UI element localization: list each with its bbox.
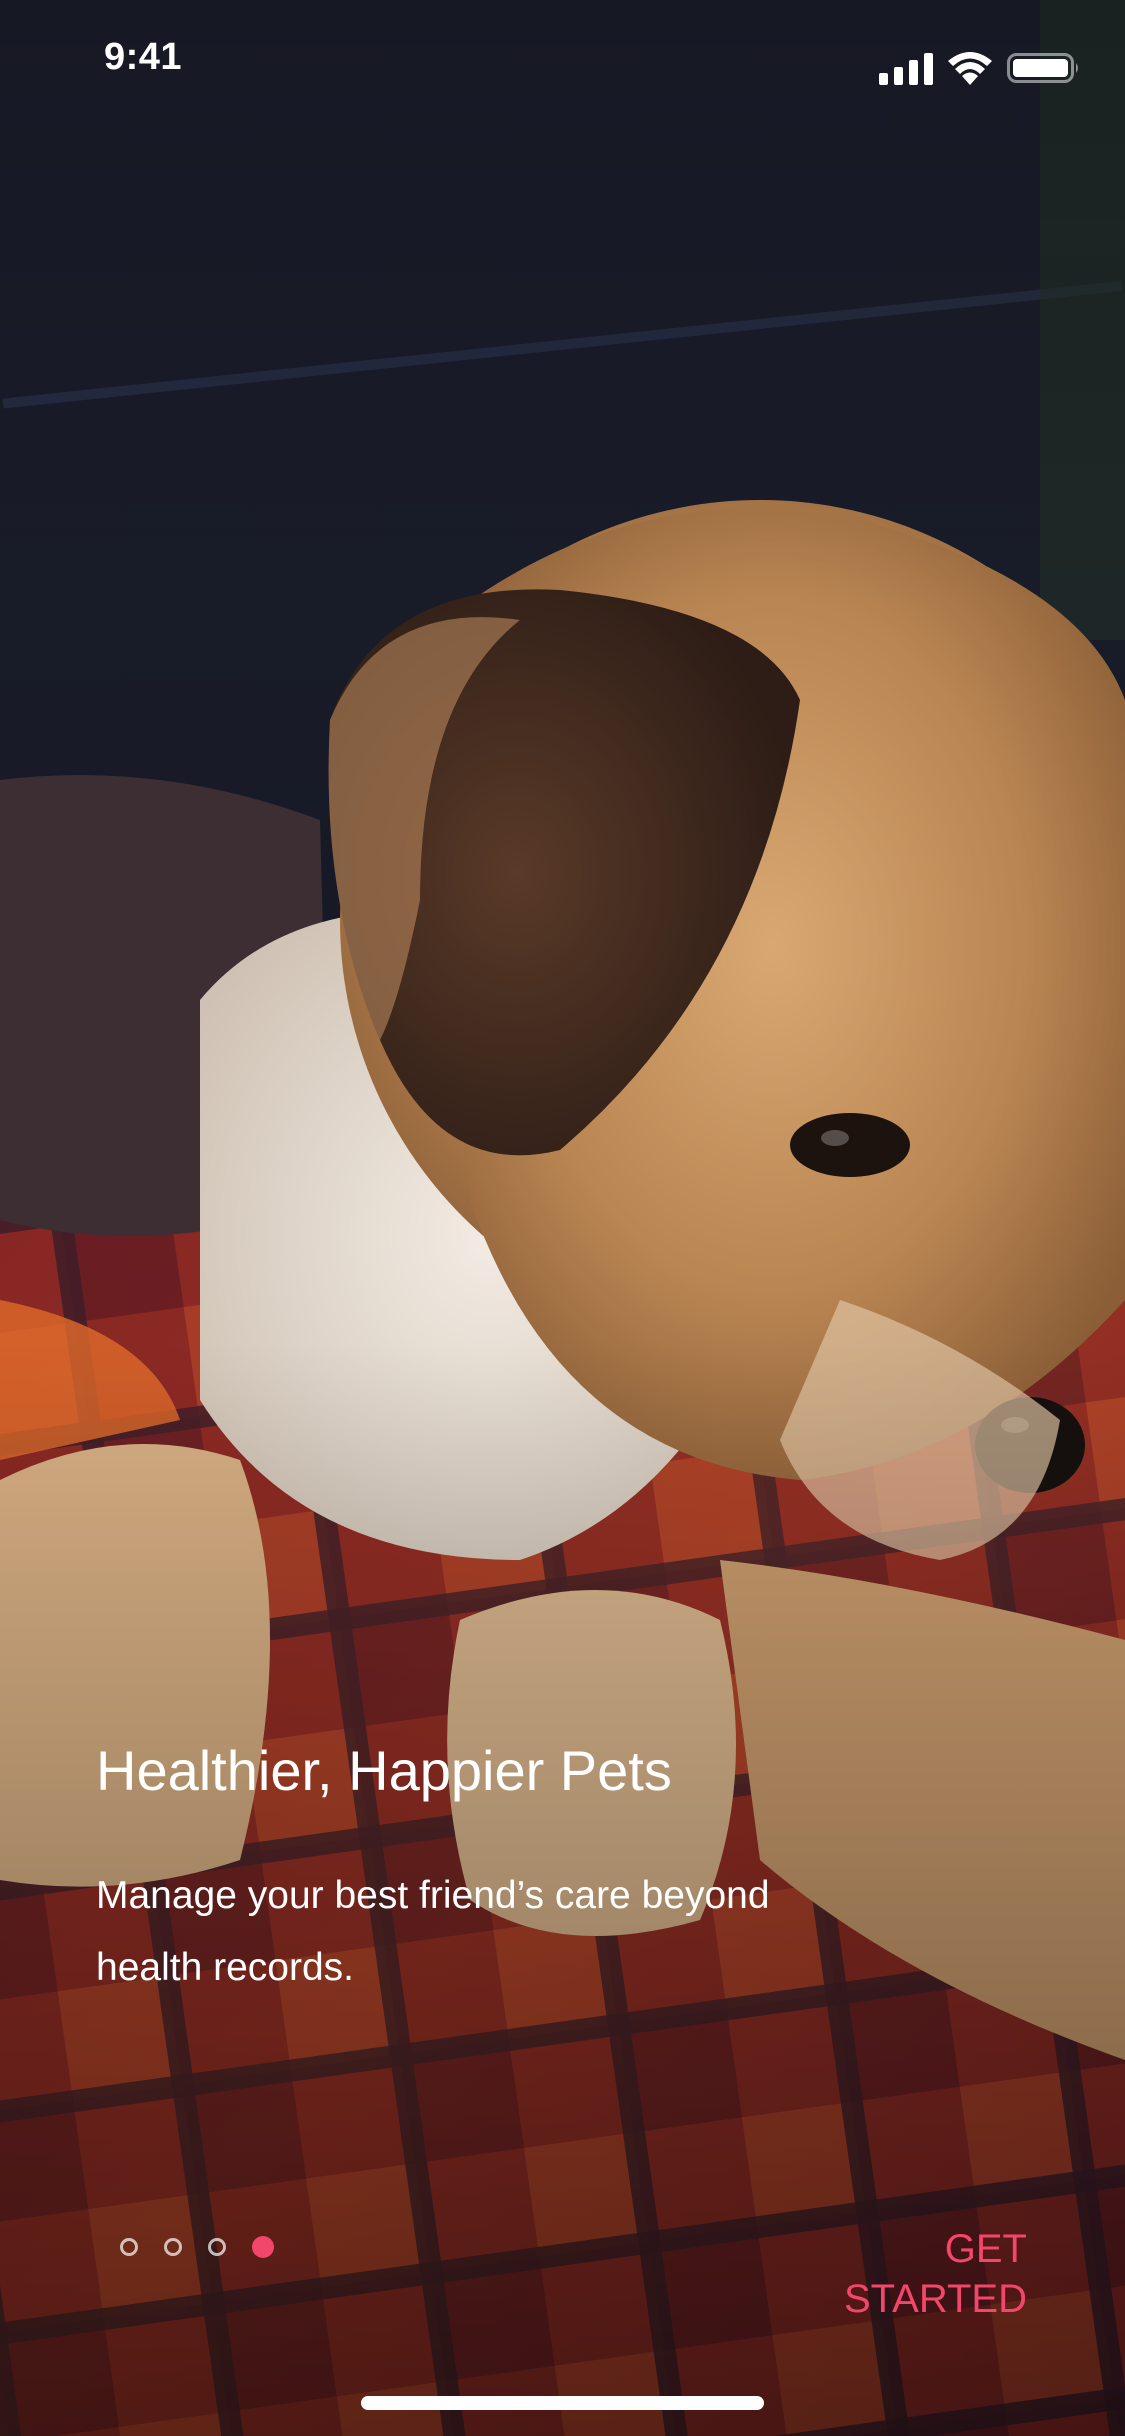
onboarding-description: Manage your best friend’s care beyond he… bbox=[96, 1874, 770, 1989]
onboarding-screen: 9:41 Healthier, Happier Pets Manage your… bbox=[0, 0, 1125, 2436]
page-dot-4-active[interactable] bbox=[252, 2236, 274, 2258]
battery-icon bbox=[1007, 51, 1081, 90]
page-dot-3[interactable] bbox=[208, 2238, 226, 2256]
wifi-icon bbox=[947, 51, 993, 90]
status-icons bbox=[879, 50, 1081, 90]
page-dot-2[interactable] bbox=[164, 2238, 182, 2256]
page-indicator bbox=[120, 2236, 274, 2258]
page-dot-1[interactable] bbox=[120, 2238, 138, 2256]
get-started-button[interactable]: GET STARTED bbox=[767, 2224, 1027, 2324]
puppy-photo bbox=[0, 0, 1125, 2436]
home-indicator[interactable] bbox=[361, 2396, 764, 2410]
cellular-signal-icon bbox=[879, 51, 933, 90]
onboarding-title: Healthier, Happier Pets bbox=[96, 1739, 672, 1802]
status-bar: 9:41 bbox=[0, 0, 1125, 132]
status-time: 9:41 bbox=[104, 36, 183, 78]
